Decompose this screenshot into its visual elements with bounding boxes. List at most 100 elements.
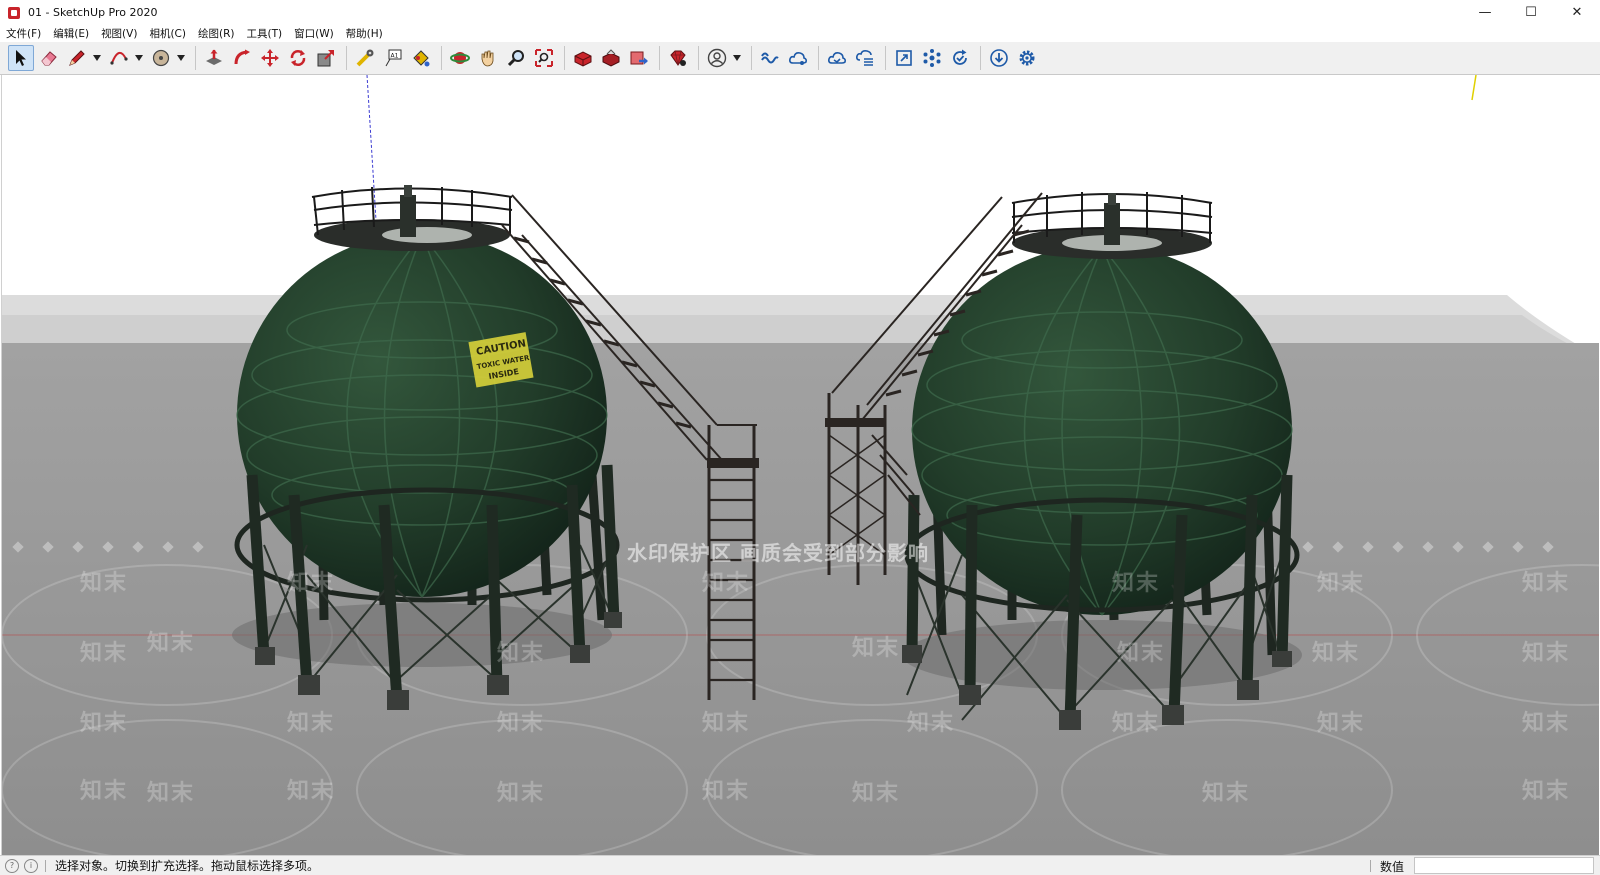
shape-tool-dropdown[interactable] [176, 45, 186, 71]
arc-icon [110, 52, 128, 65]
push-pull-tool-button[interactable] [201, 45, 227, 71]
menu-edit[interactable]: 编辑(E) [47, 26, 95, 41]
line-tool-button[interactable] [64, 45, 90, 71]
watermark-text: 知末 [1522, 571, 1571, 596]
trimble-connect-button-3[interactable] [824, 45, 850, 71]
watermark-text: 知末 [287, 571, 336, 596]
watermark-text: 知末 [852, 781, 901, 806]
frame-expand-icon [896, 50, 912, 66]
orbit-icon [450, 52, 470, 64]
title-bar: 01 - SketchUp Pro 2020 — ☐ ✕ [0, 0, 1600, 25]
watermark-text: 知末 [80, 711, 129, 736]
toolbar-separator [441, 46, 442, 70]
cloud-list-icon [856, 50, 873, 66]
pan-tool-button[interactable] [475, 45, 501, 71]
trimble-connect-button-1[interactable] [757, 45, 783, 71]
trimble-connect-button-2[interactable] [785, 45, 811, 71]
geo-location-icon[interactable]: ? [5, 858, 19, 873]
extension-warehouse-button[interactable] [598, 45, 624, 71]
move-tool-button[interactable] [257, 45, 283, 71]
paint-bucket-icon [413, 50, 430, 67]
chevron-down-icon [733, 55, 741, 61]
menu-bar: 文件(F) 编辑(E) 视图(V) 相机(C) 绘图(R) 工具(T) 窗口(W… [0, 25, 1600, 42]
pencil-icon [69, 50, 85, 66]
line-tool-dropdown[interactable] [92, 45, 102, 71]
watermark-text: 知末 [1522, 779, 1571, 804]
menu-draw[interactable]: 绘图(R) [192, 26, 241, 41]
menu-camera[interactable]: 相机(C) [143, 26, 192, 41]
arrow-cursor-icon [16, 50, 26, 66]
watermark-text: 知末 [497, 641, 546, 666]
extension-box-icon [602, 49, 620, 67]
text-tool-button[interactable]: A1 [380, 45, 406, 71]
main-toolbar: A1 [0, 42, 1600, 75]
close-button[interactable]: ✕ [1554, 0, 1600, 25]
account-dropdown[interactable] [732, 45, 742, 71]
watermark-text: 知末 [80, 571, 129, 596]
settings-tool-button[interactable] [1014, 45, 1040, 71]
connect-link-icon [761, 52, 779, 64]
watermark-text: 知末 [1522, 711, 1571, 736]
view-tool-button-2[interactable] [919, 45, 945, 71]
scale-tool-button[interactable] [313, 45, 339, 71]
maximize-button[interactable]: ☐ [1508, 0, 1554, 25]
magnifier-icon [507, 50, 524, 67]
move-arrows-icon [261, 49, 279, 67]
watermark-text: 知末 [1112, 711, 1161, 736]
menu-tools[interactable]: 工具(T) [240, 26, 288, 41]
extension-manager-button[interactable] [665, 45, 691, 71]
tape-measure-icon [356, 49, 374, 67]
watermark-text: 知末 [497, 711, 546, 736]
select-tool-button[interactable] [8, 45, 34, 71]
account-button[interactable] [704, 45, 730, 71]
watermark-text: 知末 [1317, 711, 1366, 736]
sketchup-logo-icon [8, 6, 20, 19]
menu-file[interactable]: 文件(F) [0, 26, 47, 41]
follow-me-tool-button[interactable] [229, 45, 255, 71]
cloud-sync-icon [828, 52, 847, 64]
menu-view[interactable]: 视图(V) [95, 26, 143, 41]
chevron-down-icon [93, 55, 101, 61]
watermark-center-text: 水印保护区 画质会受到部分影响 [627, 541, 929, 565]
user-avatar-icon [707, 48, 727, 68]
paint-bucket-tool-button[interactable] [408, 45, 434, 71]
modeling-viewport[interactable]: CAUTION TOXIC WATER INSIDE 知末 知末 知末 知末 知… [1, 75, 1599, 855]
rotate-icon [290, 50, 306, 66]
shape-tool-button[interactable] [148, 45, 174, 71]
watermark-text: 知末 [907, 711, 956, 736]
window-title: 01 - SketchUp Pro 2020 [28, 6, 158, 19]
info-icon[interactable]: i [24, 858, 38, 873]
warehouse-box-icon [574, 51, 592, 67]
measurements-label: 数值 [1380, 860, 1405, 874]
toolbar-separator [659, 46, 660, 70]
download-tool-button[interactable] [986, 45, 1012, 71]
tape-measure-tool-button[interactable] [352, 45, 378, 71]
orbit-tool-button[interactable] [447, 45, 473, 71]
arc-tool-button[interactable] [106, 45, 132, 71]
watermark-text: 知末 [852, 636, 901, 661]
3d-warehouse-button[interactable] [570, 45, 596, 71]
watermark-text: 知末 [1317, 571, 1366, 596]
minimize-button[interactable]: — [1462, 0, 1508, 25]
rotate-tool-button[interactable] [285, 45, 311, 71]
zoom-extents-tool-button[interactable] [531, 45, 557, 71]
toolbar-separator [195, 46, 196, 70]
arc-tool-dropdown[interactable] [134, 45, 144, 71]
measurements-input[interactable] [1414, 857, 1594, 874]
circle-shape-icon [152, 49, 170, 67]
menu-window[interactable]: 窗口(W) [288, 26, 340, 41]
menu-help[interactable]: 帮助(H) [340, 26, 389, 41]
send-to-layout-button[interactable] [626, 45, 652, 71]
toolbar-separator [980, 46, 981, 70]
view-tool-button-3[interactable] [947, 45, 973, 71]
eraser-tool-button[interactable] [36, 45, 62, 71]
cloud-share-icon [789, 52, 808, 65]
status-bar: ? i 选择对象。切换到扩充选择。拖动鼠标选择多项。 数值 [0, 855, 1600, 875]
watermark-text: 知末 [497, 781, 546, 806]
chevron-down-icon [135, 55, 143, 61]
toolbar-separator [885, 46, 886, 70]
view-tool-button-1[interactable] [891, 45, 917, 71]
refresh-check-icon [953, 49, 967, 65]
zoom-tool-button[interactable] [503, 45, 529, 71]
trimble-connect-button-4[interactable] [852, 45, 878, 71]
